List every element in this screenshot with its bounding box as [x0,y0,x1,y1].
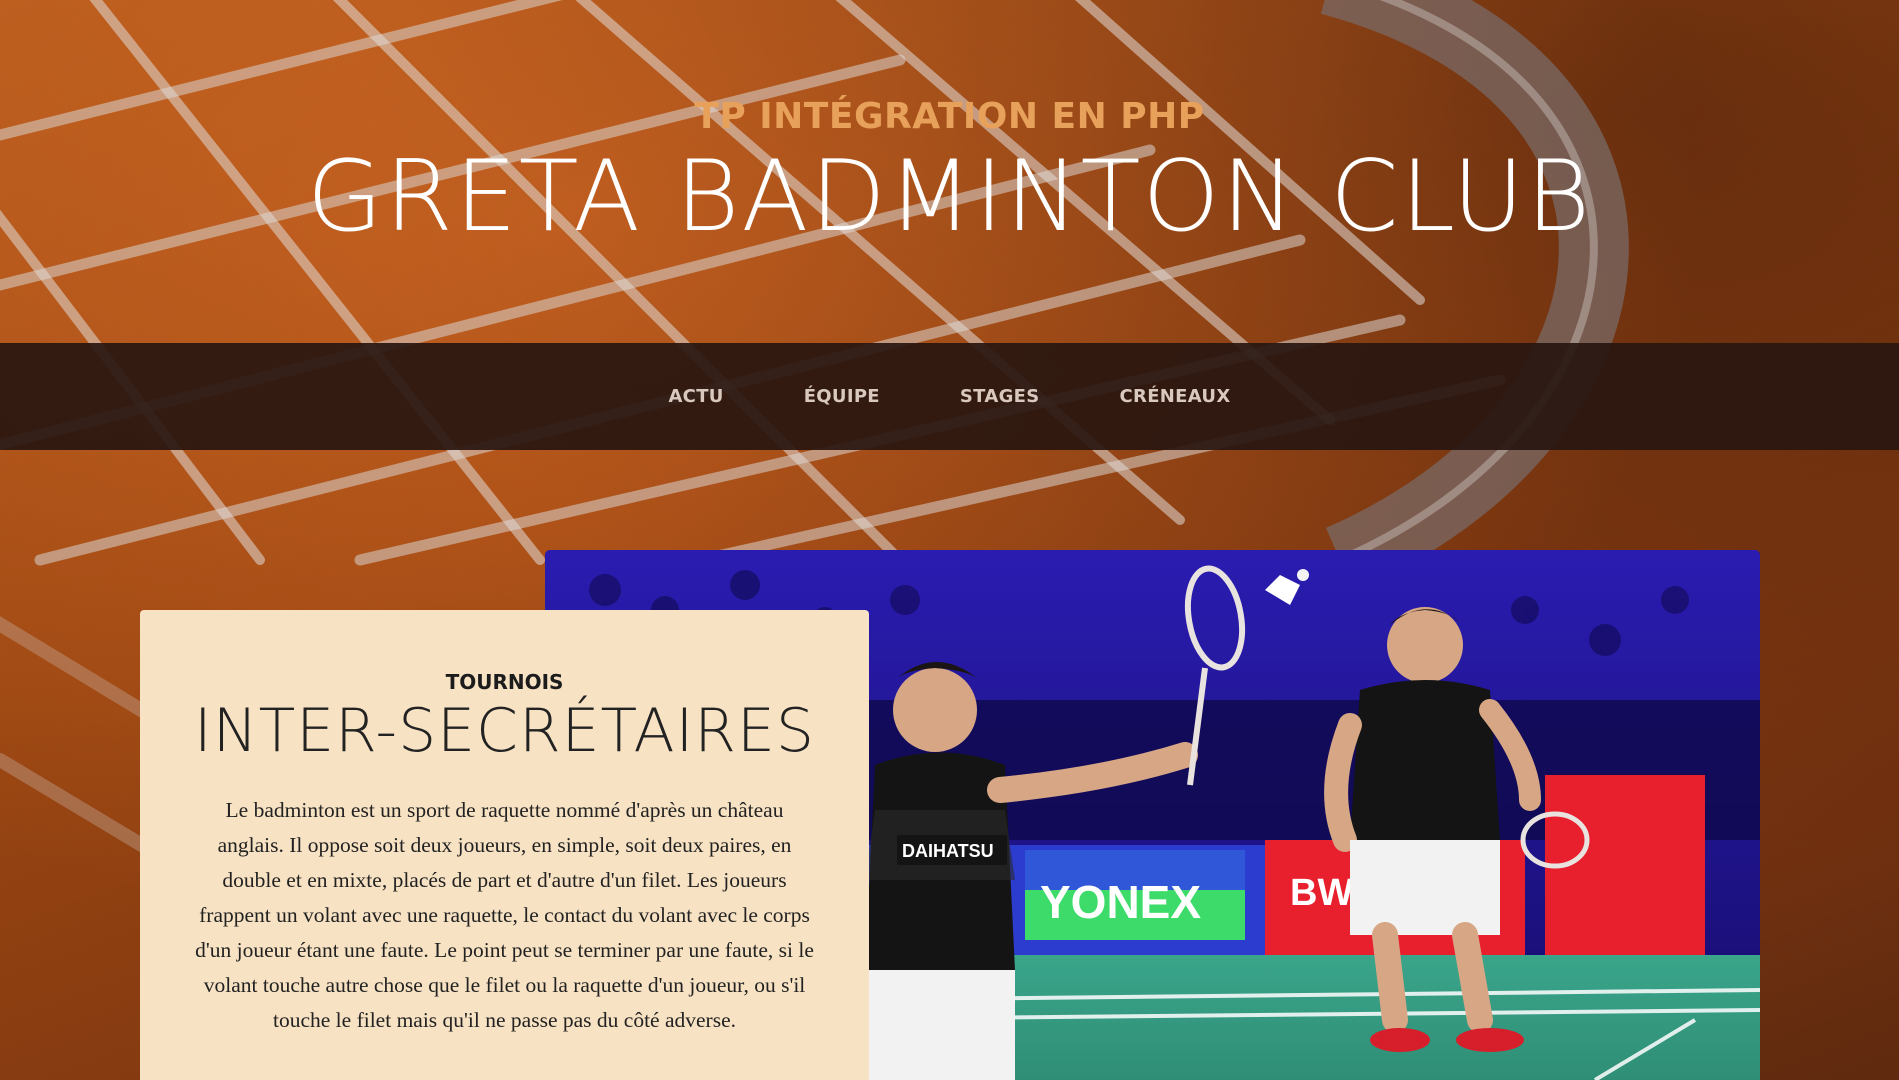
main-nav: ACTU ÉQUIPE STAGES CRÉNEAUX [0,343,1899,450]
nav-link-stages[interactable]: STAGES [960,386,1040,407]
nav-link-creneaux[interactable]: CRÉNEAUX [1120,386,1231,407]
nav-link-actu[interactable]: ACTU [668,386,723,407]
banner-yonex-text: YONEX [1040,876,1201,928]
card-kicker: TOURNOIS [445,670,564,694]
header-subtitle: TP INTÉGRATION EN PHP [694,96,1205,137]
site-title: GRETA BADMINTON CLUB [306,140,1593,254]
card-heading: INTER-SECRÉTAIRES [194,696,815,766]
nav-link-equipe[interactable]: ÉQUIPE [804,386,880,407]
tournament-card: TOURNOIS INTER-SECRÉTAIRES Le badminton … [140,610,869,1080]
jersey-text: DAIHATSU [902,841,994,861]
card-description: Le badminton est un sport de raquette no… [195,798,814,1032]
site-header: TP INTÉGRATION EN PHP GRETA BADMINTON CL… [0,0,1899,343]
